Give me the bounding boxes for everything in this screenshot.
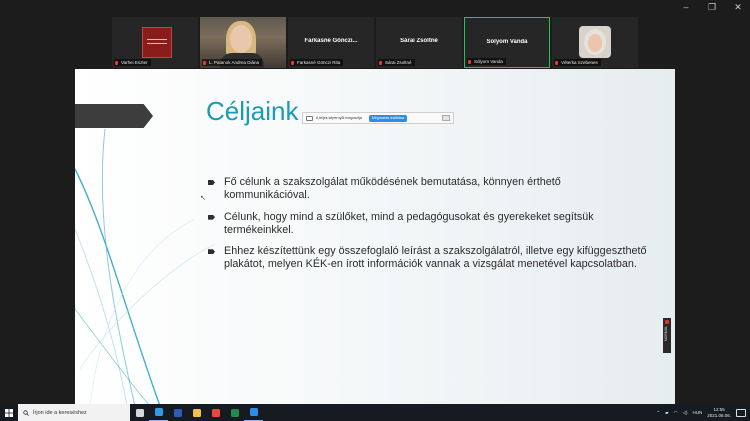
clock-date: 2021.06.06. — [707, 412, 731, 418]
taskbar-search-box[interactable]: Írjon ide a kereséshez — [18, 404, 130, 421]
bullet-arrow-icon — [208, 180, 215, 185]
participant-tile[interactable]: L. Patanok Andrea Diána — [200, 17, 286, 68]
participant-display-name: Farkasné Gönczi... — [304, 38, 358, 44]
file-explorer-taskbar-button[interactable] — [187, 404, 206, 421]
bullet-list: Fő célunk a szakszolgálat működésének be… — [207, 176, 647, 280]
language-indicator[interactable]: HUN — [692, 410, 702, 415]
share-status-text: A teljes képernyőt megosztja — [316, 116, 362, 120]
zoom-icon — [249, 408, 258, 416]
word-icon — [173, 408, 182, 417]
edge-icon — [154, 408, 163, 416]
title-arrow-shape — [75, 104, 153, 128]
windows-taskbar: Írjon ide a kereséshez ⌃ ▰ ◠ ◁) HUN 12:5… — [0, 404, 750, 421]
participant-name: Farkasné Gönczi Rita — [290, 59, 344, 66]
participant-tile[interactable]: Sárai Zsoltné Sárai Zsoltné — [376, 17, 462, 68]
task-view-taskbar-button[interactable] — [130, 404, 149, 421]
bullet-item: Fő célunk a szakszolgálat működésének be… — [207, 176, 647, 203]
participant-display-name: Sólyom Vanda — [486, 39, 528, 45]
start-button[interactable] — [0, 404, 18, 421]
logo-thumbnail — [142, 27, 172, 58]
clock[interactable]: 12:55 2021.06.06. — [707, 407, 731, 418]
chevron-up-icon[interactable]: ⌃ — [656, 410, 660, 416]
notification-icon[interactable] — [736, 408, 746, 417]
participant-name: Sárai Zsoltné — [378, 59, 415, 66]
file-explorer-icon — [192, 408, 201, 417]
zoom-meeting-screen: – ❐ ✕ Varhei Eszter L. Patanok Andrea Di… — [0, 0, 750, 421]
window-controls: – ❐ ✕ — [680, 2, 744, 13]
participant-strip: Varhei Eszter L. Patanok Andrea Diána Fa… — [112, 17, 638, 68]
maximize-icon[interactable]: ❐ — [706, 2, 718, 13]
slide-title: Céljaink — [206, 96, 299, 126]
zoom-taskbar-button[interactable] — [244, 404, 263, 421]
bullet-text: Fő célunk a szakszolgálat működésének be… — [224, 176, 561, 202]
excel-icon — [230, 408, 239, 417]
screen-share-toolbar: A teljes képernyőt megosztja Megosztás l… — [302, 112, 454, 124]
bullet-arrow-icon — [208, 214, 215, 220]
record-dot-icon — [665, 320, 669, 324]
participant-name: Varhei Eszter — [114, 59, 151, 66]
bullet-text: Célunk, hogy mind a szülőket, mind a ped… — [224, 210, 594, 236]
participant-display-name: Sárai Zsoltné — [400, 38, 438, 44]
bullet-item: Célunk, hogy mind a szülőket, mind a ped… — [207, 211, 647, 238]
word-taskbar-button[interactable] — [168, 404, 187, 421]
participant-tile[interactable]: Varhei Eszter — [112, 17, 198, 68]
participant-name: Véterka Szebenes — [554, 59, 601, 66]
participant-name: L. Patanok Andrea Diána — [202, 59, 263, 66]
pinned-apps — [130, 404, 263, 421]
windows-logo-icon — [5, 408, 13, 417]
participant-name: Sólyom Vanda — [467, 58, 506, 65]
bullet-arrow-icon — [208, 249, 215, 255]
bullet-item: Ehhez készítettünk egy összefoglaló leír… — [207, 245, 647, 272]
task-view-icon — [135, 408, 144, 417]
chrome-taskbar-button[interactable] — [206, 404, 225, 421]
excel-taskbar-button[interactable] — [225, 404, 244, 421]
chrome-icon — [211, 408, 220, 417]
bullet-text: Ehhez készítettünk egy összefoglaló leír… — [224, 245, 647, 271]
stop-sharing-button[interactable]: Megosztás leállítása — [368, 114, 408, 122]
minimize-icon[interactable]: – — [680, 2, 692, 13]
system-tray: ⌃ ▰ ◠ ◁) HUN 12:55 2021.06.06. — [656, 407, 750, 418]
participant-tile[interactable]: Véterka Szebenes — [552, 17, 638, 68]
search-icon — [23, 409, 29, 416]
participant-tile[interactable]: Farkasné Gönczi... Farkasné Gönczi Rita — [288, 17, 374, 68]
network-icon[interactable]: ▰ — [665, 410, 668, 416]
minimize-share-bar-icon[interactable] — [442, 115, 450, 121]
screen-share-icon — [306, 115, 313, 121]
side-tag-text: NORMÁL — [664, 326, 668, 341]
volume-icon[interactable]: ◁) — [683, 410, 688, 416]
side-record-tag[interactable]: NORMÁL — [663, 318, 671, 353]
edge-taskbar-button[interactable] — [149, 404, 168, 421]
shared-slide: Céljaink A teljes képernyőt megosztja Me… — [75, 69, 675, 406]
participant-tile-active-speaker[interactable]: Sólyom Vanda Sólyom Vanda — [464, 17, 550, 68]
mouse-cursor-icon: ↖ — [200, 195, 206, 202]
close-icon[interactable]: ✕ — [732, 2, 744, 13]
search-placeholder: Írjon ide a kereséshez — [33, 409, 87, 416]
wifi-icon[interactable]: ◠ — [674, 410, 678, 416]
avatar — [579, 26, 611, 58]
